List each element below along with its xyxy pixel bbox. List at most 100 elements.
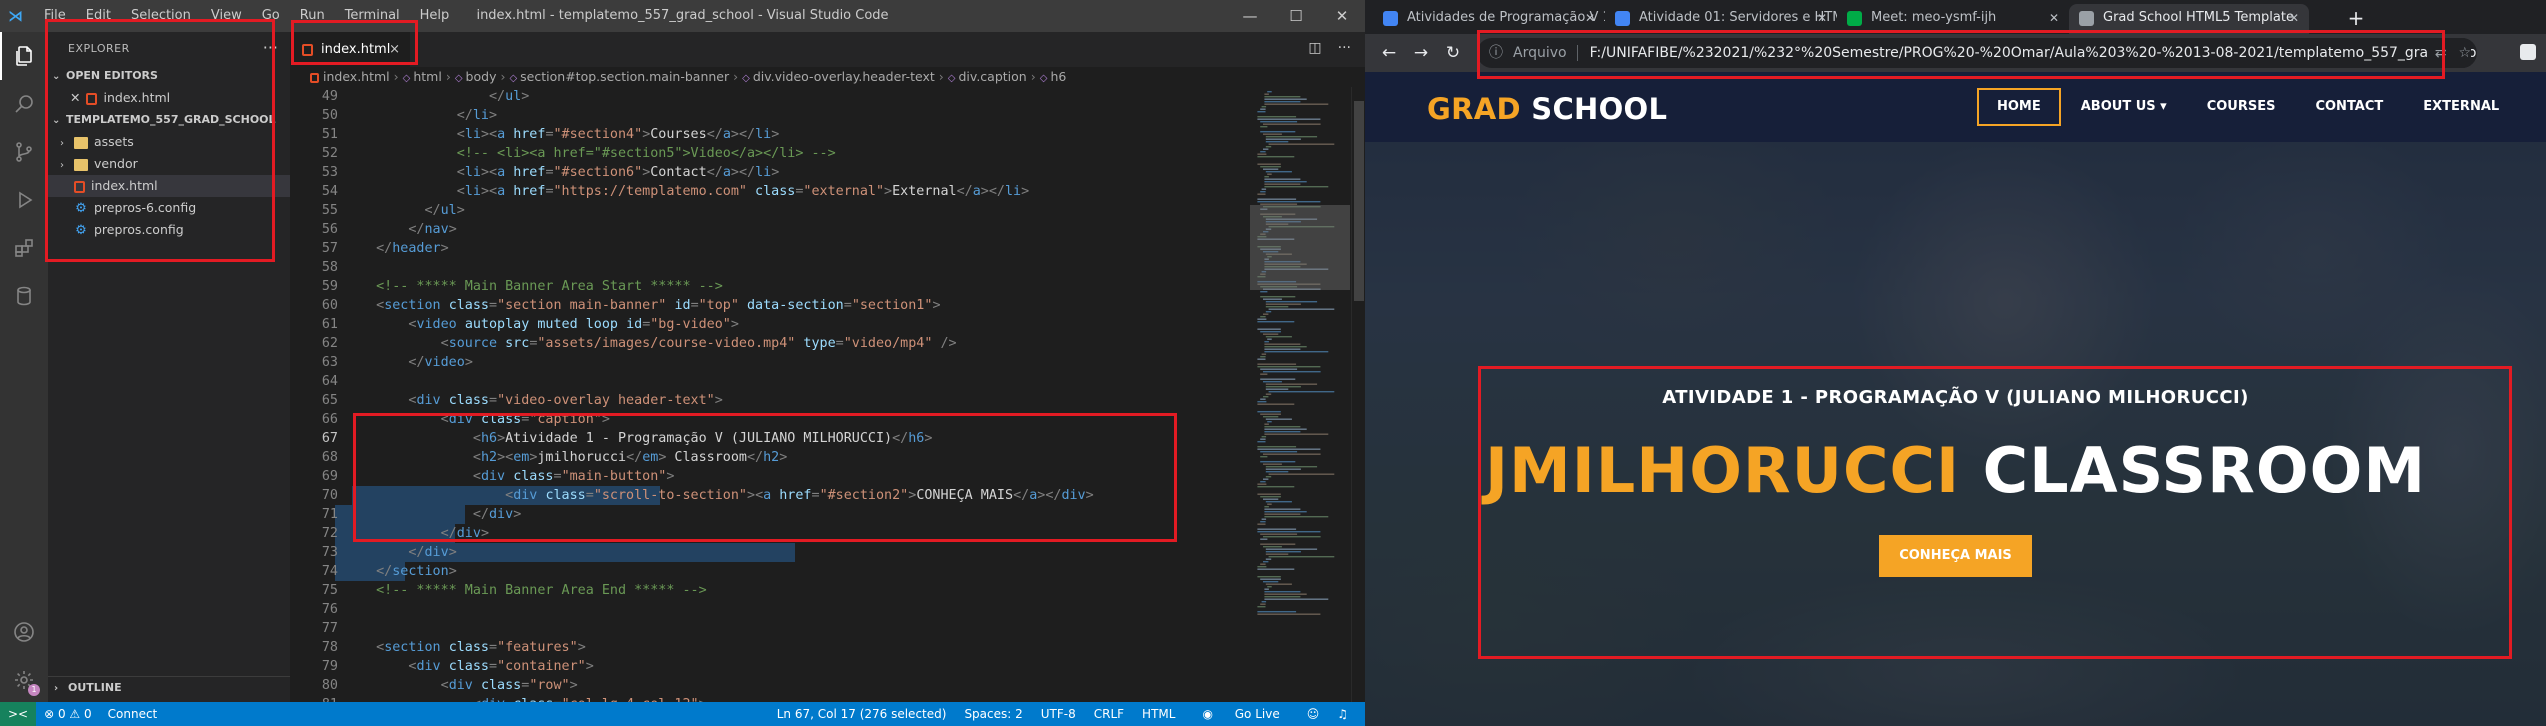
site-nav-item[interactable]: HOME: [1977, 88, 2061, 126]
tab-close-icon[interactable]: ×: [389, 32, 400, 67]
minimap-line: [1257, 483, 1267, 485]
browser-tab[interactable]: Atividade 01: Servidores e HTML ✕: [1605, 4, 1837, 34]
settings-gear-icon[interactable]: 1: [0, 656, 48, 704]
scrollbar-thumb[interactable]: [1354, 101, 1364, 301]
menu-terminal[interactable]: Terminal: [335, 0, 410, 32]
minimap-line: [1257, 363, 1297, 365]
line-number: 55: [321, 203, 338, 218]
project-section[interactable]: ⌄ TEMPLATEMO_557_GRAD_SCHOOL: [48, 109, 290, 131]
cursor-position[interactable]: Ln 67, Col 17 (276 selected): [768, 702, 956, 726]
file-tree-item[interactable]: index.html: [48, 175, 290, 197]
breadcrumb-item[interactable]: ◇ section#top.section.main-banner: [509, 69, 729, 84]
maximize-button[interactable]: ☐: [1273, 0, 1319, 32]
forward-arrow-icon[interactable]: →: [1407, 39, 1435, 67]
breadcrumb-item[interactable]: ◇ div.caption: [948, 69, 1027, 84]
minimap-line: [1261, 353, 1267, 355]
translate-icon[interactable]: ⇄: [2435, 38, 2447, 68]
new-tab-button[interactable]: +: [2342, 4, 2370, 32]
minimap-line: [1265, 418, 1292, 420]
site-nav-item[interactable]: ABOUT US ▾: [2061, 88, 2187, 126]
connect-button[interactable]: Connect: [100, 702, 166, 726]
site-nav-item[interactable]: EXTERNAL: [2403, 88, 2519, 126]
more-actions-icon[interactable]: ···: [1338, 40, 1351, 56]
menu-file[interactable]: File: [34, 0, 76, 32]
menu-selection[interactable]: Selection: [121, 0, 201, 32]
minimap-line: [1267, 173, 1272, 175]
account-icon[interactable]: [0, 608, 48, 656]
file-tree-item[interactable]: ⚙ prepros-6.config: [48, 197, 290, 219]
breadcrumb-item[interactable]: ◇ div.video-overlay.header-text: [742, 69, 935, 84]
minimize-button[interactable]: —: [1227, 0, 1273, 32]
run-debug-icon[interactable]: [0, 176, 48, 224]
more-actions-icon[interactable]: ···: [263, 38, 278, 57]
bookmark-star-icon[interactable]: ☆: [2458, 38, 2471, 68]
code-text: </div>: [408, 545, 457, 560]
browser-tab[interactable]: Atividades de Programação V 16 ✕: [1373, 4, 1605, 34]
html-file-icon: [86, 92, 98, 105]
minimap-line: [1257, 568, 1295, 570]
back-arrow-icon[interactable]: ←: [1375, 39, 1403, 67]
minimap-line: [1260, 368, 1298, 370]
code-line: 80 <div class="row">: [290, 676, 1250, 695]
editor-tab-index-html[interactable]: index.html ×: [290, 32, 410, 67]
split-editor-icon[interactable]: ◫: [1308, 40, 1321, 56]
conheca-mais-button[interactable]: CONHEÇA MAIS: [1879, 535, 2032, 577]
breadcrumb-item[interactable]: ◇ body: [455, 69, 497, 84]
indentation[interactable]: Spaces: 2: [955, 702, 1031, 726]
language-mode[interactable]: HTML: [1133, 702, 1184, 726]
open-editor-item[interactable]: ✕ index.html: [48, 87, 290, 109]
outline-section[interactable]: › OUTLINE: [48, 676, 290, 698]
info-icon[interactable]: ⓘ: [1489, 38, 1503, 68]
breadcrumb-item[interactable]: index.html: [310, 69, 390, 84]
open-editors-section[interactable]: ⌄ OPEN EDITORS: [48, 65, 290, 87]
tab-close-icon[interactable]: ✕: [1585, 4, 1595, 32]
feedback-icon[interactable]: ☺: [1298, 702, 1329, 726]
minimap-line: [1265, 303, 1301, 305]
remote-indicator[interactable]: ><: [0, 702, 37, 726]
database-icon[interactable]: [0, 272, 48, 320]
url-text[interactable]: F:/UNIFAFIBE/%232021/%232°%20Semestre/PR…: [1590, 45, 2477, 61]
menu-run[interactable]: Run: [290, 0, 335, 32]
tab-close-icon[interactable]: ✕: [2289, 4, 2299, 32]
close-button[interactable]: ✕: [1319, 0, 1365, 32]
file-tree-item[interactable]: › vendor: [48, 153, 290, 175]
site-nav-item[interactable]: COURSES: [2187, 88, 2296, 126]
site-nav-item[interactable]: CONTACT: [2295, 88, 2403, 126]
browser-tab[interactable]: Meet: meo-ysmf-ijh ✕: [1837, 4, 2069, 34]
breadcrumb-item[interactable]: ◇ h6: [1040, 69, 1067, 84]
banner-caption: ATIVIDADE 1 - PROGRAMAÇÃO V (JULIANO MIL…: [1365, 387, 2546, 577]
breadcrumb-item[interactable]: ◇ html: [403, 69, 442, 84]
encoding[interactable]: UTF-8: [1032, 702, 1085, 726]
extensions-icon[interactable]: [0, 224, 48, 272]
tab-close-icon[interactable]: ✕: [2049, 4, 2059, 32]
minimap-line: [1264, 431, 1301, 433]
site-logo[interactable]: GRAD SCHOOL: [1427, 92, 1667, 126]
explorer-icon[interactable]: [0, 32, 48, 80]
minimap-line: [1260, 331, 1281, 333]
browser-tab[interactable]: Grad School HTML5 Template ✕: [2069, 4, 2309, 34]
search-icon[interactable]: [0, 80, 48, 128]
problems-indicator[interactable]: ⊗ 0 ⚠ 0: [36, 702, 100, 726]
menu-help[interactable]: Help: [410, 0, 460, 32]
editor-scrollbar[interactable]: [1351, 87, 1365, 702]
go-live-button[interactable]: ◉ Go Live: [1184, 702, 1297, 726]
minimap-viewport[interactable]: [1250, 205, 1350, 290]
line-number: 51: [321, 127, 338, 142]
tab-close-icon[interactable]: ✕: [1817, 4, 1827, 32]
line-number: 57: [321, 241, 338, 256]
close-editor-icon[interactable]: ✕: [70, 90, 80, 105]
reload-icon[interactable]: ↻: [1439, 39, 1467, 67]
file-tree-item[interactable]: ⚙ prepros.config: [48, 219, 290, 241]
menu-go[interactable]: Go: [252, 0, 290, 32]
code-editor[interactable]: 49 </ul> 50 </li> 51 <li><a href="#section…: [290, 87, 1250, 702]
end-of-line[interactable]: CRLF: [1085, 702, 1133, 726]
extension-icon[interactable]: [2520, 44, 2536, 60]
notifications-bell-icon[interactable]: ♫: [1328, 702, 1357, 726]
address-bar[interactable]: ⓘ Arquivo F:/UNIFAFIBE/%232021/%232°%20Se…: [1477, 38, 2477, 68]
code-line: 53 <li><a href="#section6">Contact</a></…: [290, 163, 1250, 182]
menu-edit[interactable]: Edit: [76, 0, 121, 32]
minimap[interactable]: [1250, 87, 1350, 702]
file-tree-item[interactable]: › assets: [48, 131, 290, 153]
source-control-icon[interactable]: [0, 128, 48, 176]
menu-view[interactable]: View: [201, 0, 252, 32]
